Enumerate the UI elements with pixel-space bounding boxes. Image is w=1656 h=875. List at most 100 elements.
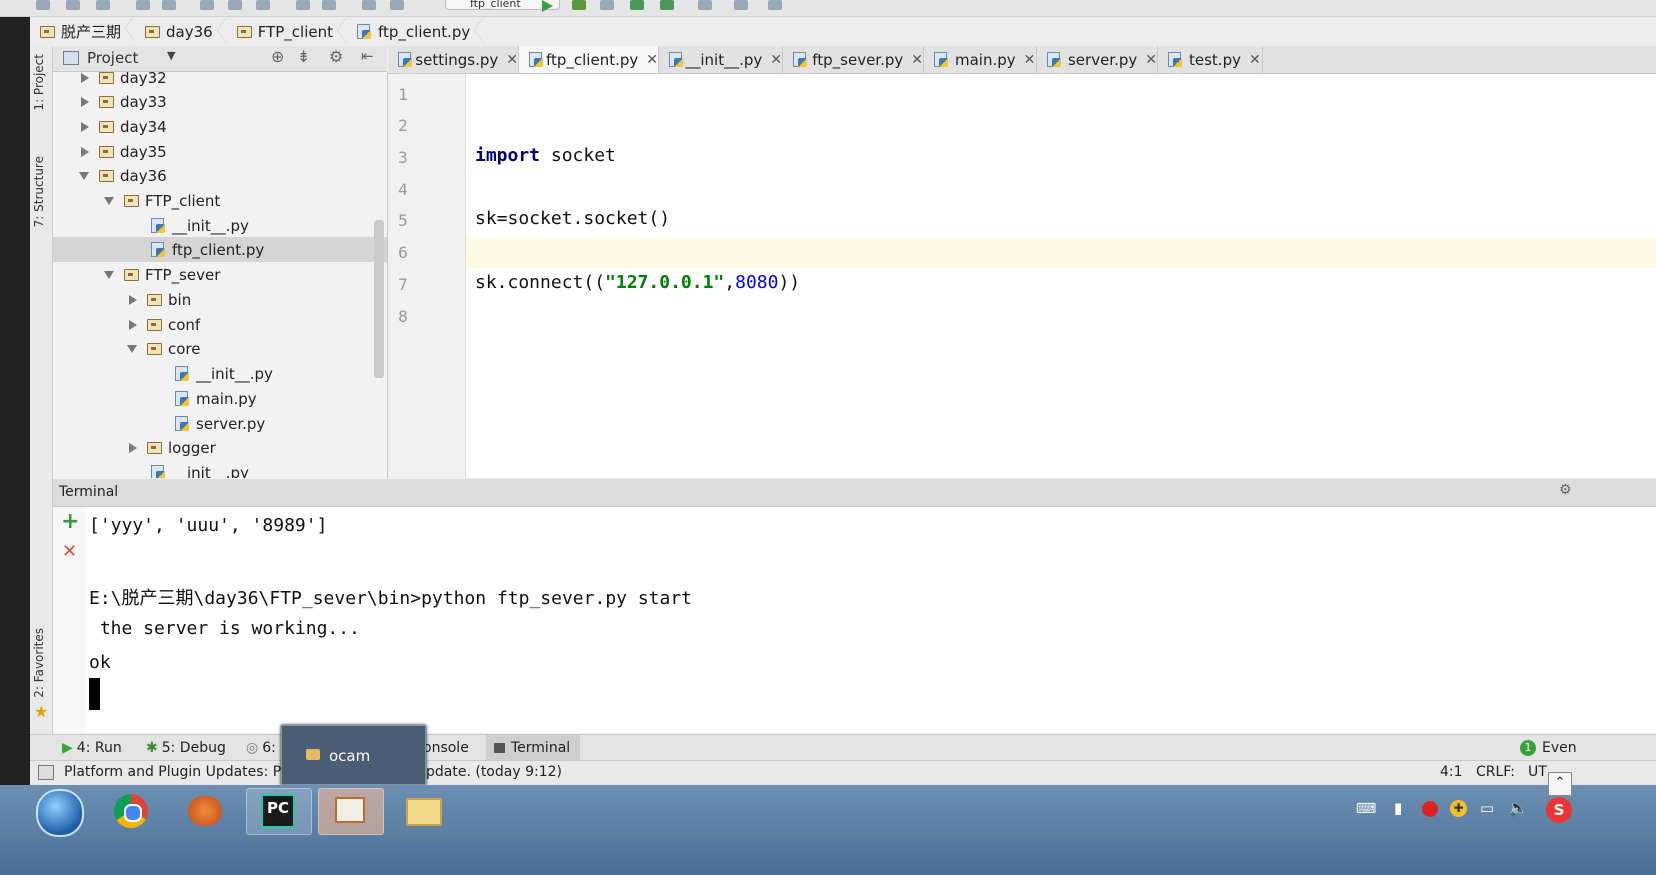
cut-icon[interactable] — [200, 0, 214, 10]
network-icon[interactable]: ▮ — [1394, 799, 1402, 817]
file-encoding[interactable]: UT — [1528, 764, 1547, 780]
tree-item-core-init-py[interactable]: __init__.py — [53, 361, 387, 386]
project-view-select[interactable]: Project — [87, 49, 138, 67]
snail-app-taskbar-button[interactable] — [174, 788, 238, 833]
close-icon[interactable]: ✕ — [770, 52, 782, 68]
tree-item-sever-init-py[interactable]: __init__.py — [53, 460, 387, 478]
debug-icon[interactable] — [572, 0, 586, 10]
copy-icon[interactable] — [228, 0, 242, 10]
tree-item-ftp-client[interactable]: FTP_client — [53, 188, 387, 213]
close-icon[interactable]: ✕ — [1145, 52, 1157, 68]
coverage-icon[interactable] — [600, 0, 614, 10]
save-icon[interactable] — [66, 0, 80, 10]
close-icon[interactable]: ✕ — [646, 52, 658, 68]
expand-arrow-icon[interactable] — [81, 72, 89, 83]
close-icon[interactable]: ✕ — [911, 52, 923, 68]
keyboard-icon[interactable]: ⌨ — [1356, 801, 1376, 817]
paste-icon[interactable] — [256, 0, 270, 10]
console-tool-button[interactable]: onsole — [423, 735, 469, 760]
help-icon[interactable] — [734, 0, 748, 10]
gear-icon[interactable]: ⚙ — [329, 47, 343, 66]
structure-tool-button[interactable]: 7: Structure — [32, 156, 46, 227]
locate-icon[interactable]: ⊕ — [271, 47, 284, 66]
expand-arrow-icon[interactable] — [81, 121, 89, 132]
tree-item-bin[interactable]: bin — [53, 287, 387, 312]
redo-icon[interactable] — [162, 0, 176, 10]
start-button[interactable] — [36, 789, 84, 837]
caret-position[interactable]: 4:1 — [1440, 764, 1463, 780]
expand-arrow-icon[interactable] — [81, 96, 89, 107]
event-log-button[interactable]: 1 Even — [1520, 735, 1577, 760]
tab-main-py[interactable]: main.py ✕ — [924, 46, 1037, 73]
expand-arrow-icon[interactable] — [81, 146, 89, 157]
ocam-popup[interactable]: ocam — [281, 725, 426, 785]
tree-item-ftp-client-py[interactable]: ftp_client.py — [53, 237, 387, 262]
project-tool-button[interactable]: 1: Project — [32, 54, 46, 111]
tree-item-logger[interactable]: logger — [53, 435, 387, 460]
tree-item-main-py[interactable]: main.py — [53, 386, 387, 411]
ocam-taskbar-button[interactable] — [318, 788, 384, 835]
tree-item-day34[interactable]: day34 — [53, 114, 387, 139]
collapse-all-icon[interactable]: ⇟ — [297, 47, 310, 66]
favorites-tool-button[interactable]: 2: Favorites — [32, 628, 46, 698]
show-hidden-icons-button[interactable]: ⌃ — [1548, 772, 1572, 796]
tab-ftp-sever-py[interactable]: ftp_sever.py ✕ — [783, 46, 924, 73]
collapse-arrow-icon[interactable] — [79, 171, 89, 180]
hide-panel-icon[interactable]: ⇤ — [361, 47, 374, 65]
find-icon[interactable] — [296, 0, 310, 10]
close-icon[interactable]: ✕ — [1249, 52, 1261, 68]
stop-icon[interactable] — [660, 0, 674, 10]
tab-server-py[interactable]: server.py ✕ — [1037, 46, 1158, 73]
tab-init-py[interactable]: __init__.py ✕ — [659, 46, 783, 73]
terminal-tool-button[interactable]: Terminal — [486, 735, 580, 760]
gear-icon[interactable]: ⚙ — [1559, 482, 1572, 498]
collapse-arrow-icon[interactable] — [104, 270, 114, 279]
todo-tool-button[interactable]: ◎ 6: — [246, 735, 276, 760]
run-icon[interactable] — [542, 0, 553, 12]
volume-icon[interactable]: 🔈 — [1508, 798, 1528, 817]
tab-test-py[interactable]: test.py ✕ — [1158, 46, 1263, 73]
tab-ftp-client-py[interactable]: ftp_client.py ✕ — [519, 46, 659, 73]
display-icon[interactable]: ▭ — [1480, 799, 1494, 817]
project-scrollbar[interactable] — [374, 220, 384, 378]
chrome-taskbar-button[interactable] — [100, 788, 164, 833]
collapse-arrow-icon[interactable] — [127, 344, 137, 353]
tree-item-conf[interactable]: conf — [53, 312, 387, 337]
breadcrumb-item-ftp-client[interactable]: FTP_client — [227, 16, 348, 43]
back-icon[interactable] — [362, 0, 376, 10]
new-session-icon[interactable]: + — [61, 509, 79, 534]
vcs-icon[interactable] — [698, 0, 712, 10]
breadcrumb-item-root[interactable]: 脱产三期 — [30, 15, 136, 42]
close-session-icon[interactable]: ✕ — [62, 541, 77, 562]
record-icon[interactable] — [1422, 801, 1438, 817]
expand-arrow-icon[interactable] — [129, 442, 137, 453]
line-separator[interactable]: CRLF: — [1476, 764, 1515, 780]
tree-item-init-py[interactable]: __init__.py — [53, 213, 387, 238]
pycharm-taskbar-button[interactable]: PC — [246, 788, 312, 835]
close-icon[interactable]: ✕ — [1024, 52, 1036, 68]
profile-icon[interactable] — [630, 0, 644, 10]
undo-icon[interactable] — [136, 0, 150, 10]
settings-icon[interactable] — [768, 0, 782, 10]
debug-tool-button[interactable]: ✱ 5: Debug — [146, 735, 226, 760]
tab-settings-py[interactable]: settings.py ✕ — [388, 46, 519, 73]
breadcrumb-item-file[interactable]: ftp_client.py — [347, 16, 485, 43]
replace-icon[interactable] — [322, 0, 336, 10]
expand-arrow-icon[interactable] — [129, 319, 137, 330]
chevron-down-icon[interactable]: ▼ — [167, 49, 175, 62]
sogou-ime-icon[interactable]: S — [1546, 797, 1572, 823]
tree-item-core[interactable]: core — [53, 336, 387, 361]
run-tool-button[interactable]: ▶ 4: Run — [62, 735, 122, 760]
tree-item-day35[interactable]: day35 — [53, 139, 387, 164]
close-icon[interactable]: ✕ — [506, 52, 518, 68]
forward-icon[interactable] — [390, 0, 404, 10]
tool-windows-toggle-icon[interactable] — [38, 765, 54, 780]
tree-item-day33[interactable]: day33 — [53, 89, 387, 114]
open-icon[interactable] — [36, 0, 50, 10]
tree-item-ftp-sever[interactable]: FTP_sever — [53, 262, 387, 287]
security-icon[interactable]: ✚ — [1450, 800, 1467, 817]
tree-item-day36[interactable]: day36 — [53, 163, 387, 188]
expand-arrow-icon[interactable] — [129, 294, 137, 305]
tree-item-day32[interactable]: day32 — [53, 72, 387, 90]
breadcrumb-item-day36[interactable]: day36 — [135, 16, 227, 43]
